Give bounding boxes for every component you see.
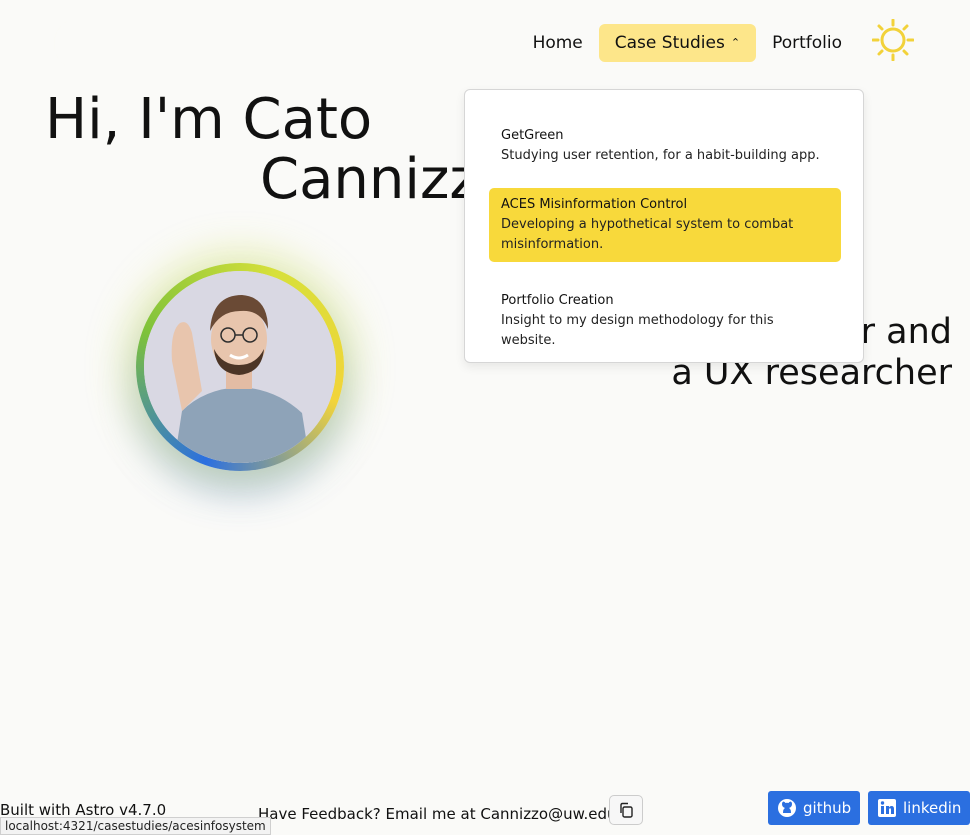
hero-greeting: Hi, I'm Cato [45,87,373,152]
nav-home[interactable]: Home [517,24,599,62]
nav-case-studies[interactable]: Case Studies ⌃ [598,24,757,62]
github-icon [778,799,796,817]
dropdown-item-getgreen[interactable]: GetGreen Studying user retention, for a … [489,119,841,173]
browser-status-url: localhost:4321/casestudies/acesinfosyste… [0,817,271,835]
double-crescent-logo[interactable] [50,14,120,74]
copy-email-button[interactable] [609,795,643,825]
dropdown-item-title: ACES Misinformation Control [501,197,688,212]
github-button[interactable]: github [768,791,861,825]
dropdown-item-portfolio-creation[interactable]: Portfolio Creation Insight to my design … [489,284,841,358]
chevron-up-icon: ⌃ [730,35,741,49]
main-nav: Home Case Studies ⌃ Portfolio [517,23,858,63]
dropdown-item-desc: Insight to my design methodology for thi… [501,313,774,348]
case-studies-dropdown: GetGreen Studying user retention, for a … [464,89,864,363]
dropdown-item-desc: Studying user retention, for a habit-bui… [501,148,820,163]
sun-icon[interactable] [872,19,914,61]
nav-case-studies-label: Case Studies [614,33,725,53]
linkedin-button[interactable]: linkedin [868,791,970,825]
dropdown-item-title: Portfolio Creation [501,293,614,308]
dropdown-item-desc: Developing a hypothetical system to comb… [501,217,794,252]
footer: Built with Astro v4.7.0 Have Feedback? E… [0,791,970,835]
nav-portfolio[interactable]: Portfolio [756,24,858,62]
dropdown-item-title: GetGreen [501,128,564,143]
avatar [144,271,336,463]
copy-icon [620,802,633,818]
dropdown-item-aces[interactable]: ACES Misinformation Control Developing a… [489,188,841,262]
linkedin-label: linkedin [903,799,962,817]
linkedin-icon [878,799,896,817]
feedback-text: Have Feedback? Email me at Cannizzo@uw.e… [258,805,617,823]
avatar-ring [136,263,344,471]
github-label: github [803,799,852,817]
